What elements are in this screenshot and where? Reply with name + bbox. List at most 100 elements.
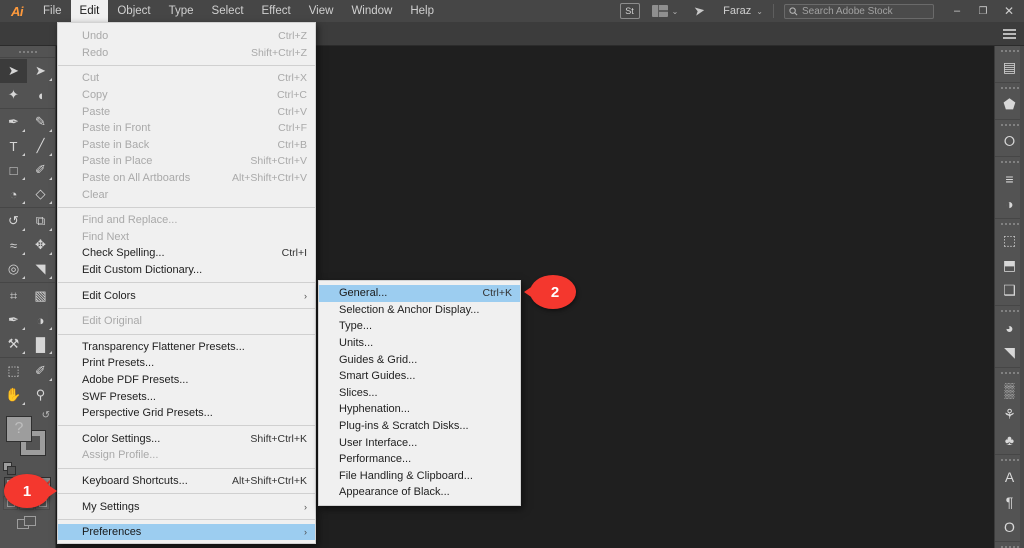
edit-menu-item-paste[interactable]: PasteCtrl+V <box>58 103 315 120</box>
eyedropper-tool-icon[interactable]: ✒ <box>0 308 27 332</box>
tools-panel-grip[interactable] <box>0 46 55 57</box>
preferences-item-type[interactable]: Type... <box>319 318 520 335</box>
paintbrush-tool-icon[interactable]: ✐ <box>27 158 54 182</box>
close-button[interactable]: ✕ <box>996 0 1022 22</box>
menubar-item-help[interactable]: Help <box>401 0 443 22</box>
menubar-item-view[interactable]: View <box>300 0 343 22</box>
gradient-tool-icon[interactable]: ▧ <box>27 284 54 308</box>
edit-menu-dropdown[interactable]: UndoCtrl+ZRedoShift+Ctrl+Z CutCtrl+XCopyC… <box>57 22 316 544</box>
magic-wand-tool-icon[interactable]: ✦ <box>0 83 27 107</box>
edit-menu-item-clear[interactable]: Clear <box>58 186 315 203</box>
perspective-grid-tool-icon[interactable]: ◥ <box>27 257 54 281</box>
shaper-tool-icon[interactable]: ◔ <box>0 182 27 206</box>
edit-menu-item-edit-original[interactable]: Edit Original <box>58 313 315 330</box>
edit-menu-item-preferences[interactable]: Preferences› <box>58 524 315 541</box>
rectangle-tool-icon[interactable]: □ <box>0 158 27 182</box>
preferences-item-performance[interactable]: Performance... <box>319 451 520 468</box>
rotate-tool-icon[interactable]: ↺ <box>0 209 27 233</box>
edit-menu-item-assign-profile[interactable]: Assign Profile... <box>58 447 315 464</box>
width-tool-icon[interactable]: ≈ <box>0 233 27 257</box>
mesh-tool-icon[interactable]: ⌗ <box>0 284 27 308</box>
menu-item-label: Cut <box>82 72 264 84</box>
menubar-item-type[interactable]: Type <box>160 0 203 22</box>
dock-scrollbar[interactable] <box>1020 46 1024 548</box>
menu-bar-items: FileEditObjectTypeSelectEffectViewWindow… <box>34 0 443 22</box>
symbol-sprayer-tool-icon[interactable]: ⚒ <box>0 332 27 356</box>
edit-menu-item-undo[interactable]: UndoCtrl+Z <box>58 28 315 45</box>
type-tool-icon[interactable]: T <box>0 134 27 158</box>
menubar-item-effect[interactable]: Effect <box>253 0 300 22</box>
edit-menu-item-find-next[interactable]: Find Next <box>58 229 315 246</box>
preferences-submenu-dropdown[interactable]: General...Ctrl+KSelection & Anchor Displ… <box>318 280 521 506</box>
preferences-item-user-interface[interactable]: User Interface... <box>319 434 520 451</box>
preferences-item-smart-guides[interactable]: Smart Guides... <box>319 368 520 385</box>
adobe-stock-icon[interactable]: St <box>620 3 640 19</box>
preferences-item-general[interactable]: General...Ctrl+K <box>319 285 520 302</box>
preferences-item-selection-anchor-display[interactable]: Selection & Anchor Display... <box>319 302 520 319</box>
edit-menu-item-check-spelling[interactable]: Check Spelling...Ctrl+I <box>58 245 315 262</box>
edit-menu-item-edit-colors[interactable]: Edit Colors› <box>58 287 315 304</box>
panel-options-icon[interactable] <box>1003 29 1016 39</box>
user-name-label[interactable]: Faraz <box>723 5 751 17</box>
edit-menu-item-perspective-grid-presets[interactable]: Perspective Grid Presets... <box>58 405 315 422</box>
edit-menu-item-paste-in-place[interactable]: Paste in PlaceShift+Ctrl+V <box>58 153 315 170</box>
selection-tool-icon[interactable]: ➤ <box>0 59 27 83</box>
menubar-item-window[interactable]: Window <box>342 0 401 22</box>
pen-tool-icon[interactable]: ✒ <box>0 110 27 134</box>
edit-menu-item-find-and-replace[interactable]: Find and Replace... <box>58 212 315 229</box>
artboard-tool-icon[interactable]: ⬚ <box>0 359 27 383</box>
menu-item-label: Guides & Grid... <box>339 354 512 366</box>
scale-tool-icon[interactable]: ⧉ <box>27 209 54 233</box>
share-icon[interactable]: ➤ <box>693 2 707 20</box>
preferences-item-file-handling-clipboard[interactable]: File Handling & Clipboard... <box>319 468 520 485</box>
user-menu-chevron-icon[interactable]: ⌄ <box>756 7 763 16</box>
edit-menu-item-edit-custom-dictionary[interactable]: Edit Custom Dictionary... <box>58 262 315 279</box>
menubar-item-select[interactable]: Select <box>203 0 253 22</box>
search-input[interactable]: Search Adobe Stock <box>784 4 934 19</box>
menu-separator <box>58 308 315 309</box>
edit-menu-item-print-presets[interactable]: Print Presets... <box>58 355 315 372</box>
restore-button[interactable]: ❐ <box>970 0 996 22</box>
edit-menu-item-copy[interactable]: CopyCtrl+C <box>58 87 315 104</box>
callout-number: 1 <box>4 474 50 508</box>
eraser-tool-icon[interactable]: ◇ <box>27 182 54 206</box>
swap-fill-stroke-icon[interactable]: ↺ <box>42 410 50 421</box>
blend-tool-icon[interactable]: ◑ <box>27 308 54 332</box>
edit-menu-item-transparency-flattener-presets[interactable]: Transparency Flattener Presets... <box>58 339 315 356</box>
slice-tool-icon[interactable]: ✐ <box>27 359 54 383</box>
line-tool-icon[interactable]: ╱ <box>27 134 54 158</box>
app-logo-icon: Ai <box>0 0 34 22</box>
draw-mode-button[interactable] <box>0 512 55 534</box>
edit-menu-item-cut[interactable]: CutCtrl+X <box>58 70 315 87</box>
preferences-item-guides-grid[interactable]: Guides & Grid... <box>319 351 520 368</box>
dock-icon-glyph: O <box>1004 519 1015 535</box>
edit-menu-item-my-settings[interactable]: My Settings› <box>58 498 315 515</box>
preferences-item-hyphenation[interactable]: Hyphenation... <box>319 401 520 418</box>
edit-menu-item-paste-in-back[interactable]: Paste in BackCtrl+B <box>58 137 315 154</box>
preferences-item-slices[interactable]: Slices... <box>319 385 520 402</box>
column-graph-tool-icon[interactable]: █ <box>27 332 54 356</box>
shape-builder-tool-icon[interactable]: ◎ <box>0 257 27 281</box>
preferences-item-appearance-of-black[interactable]: Appearance of Black... <box>319 484 520 501</box>
menubar-item-edit[interactable]: Edit <box>71 0 109 22</box>
free-transform-tool-icon[interactable]: ✥ <box>27 233 54 257</box>
menubar-item-file[interactable]: File <box>34 0 71 22</box>
edit-menu-item-redo[interactable]: RedoShift+Ctrl+Z <box>58 45 315 62</box>
default-fill-stroke-icon[interactable] <box>3 462 12 471</box>
edit-menu-item-color-settings[interactable]: Color Settings...Shift+Ctrl+K <box>58 430 315 447</box>
minimize-button[interactable]: – <box>944 0 970 22</box>
arrange-documents-icon[interactable]: ⌄ <box>652 5 679 17</box>
zoom-tool-icon[interactable]: ⚲ <box>27 383 54 407</box>
edit-menu-item-swf-presets[interactable]: SWF Presets... <box>58 388 315 405</box>
direct-selection-tool-icon[interactable]: ➤ <box>27 59 54 83</box>
edit-menu-item-paste-in-front[interactable]: Paste in FrontCtrl+F <box>58 120 315 137</box>
preferences-item-plug-ins-scratch-disks[interactable]: Plug-ins & Scratch Disks... <box>319 418 520 435</box>
edit-menu-item-adobe-pdf-presets[interactable]: Adobe PDF Presets... <box>58 372 315 389</box>
curvature-tool-icon[interactable]: ✎ <box>27 110 54 134</box>
hand-tool-icon[interactable]: ✋ <box>0 383 27 407</box>
menubar-item-object[interactable]: Object <box>108 0 159 22</box>
edit-menu-item-paste-on-all-artboards[interactable]: Paste on All ArtboardsAlt+Shift+Ctrl+V <box>58 170 315 187</box>
edit-menu-item-keyboard-shortcuts[interactable]: Keyboard Shortcuts...Alt+Shift+Ctrl+K <box>58 473 315 490</box>
lasso-tool-icon[interactable]: ◖ <box>27 83 54 107</box>
preferences-item-units[interactable]: Units... <box>319 335 520 352</box>
